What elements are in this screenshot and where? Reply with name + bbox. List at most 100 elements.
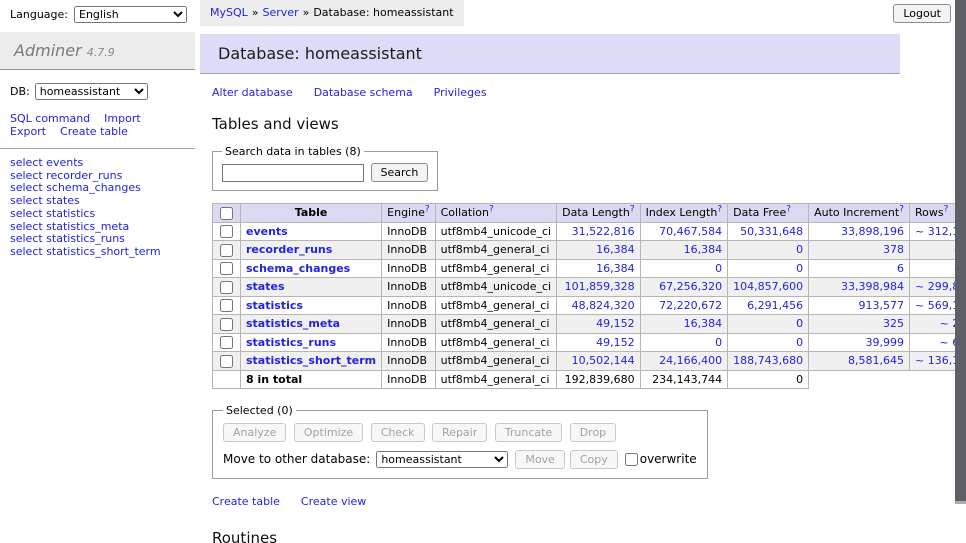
auto-increment-link[interactable]: 39,999 <box>866 336 905 349</box>
optimize-button[interactable]: Optimize <box>294 423 363 442</box>
row-checkbox[interactable] <box>220 318 233 331</box>
help-link-data-length[interactable]: ? <box>630 205 635 215</box>
drop-button[interactable]: Drop <box>570 423 616 442</box>
check-button[interactable]: Check <box>371 423 425 442</box>
index-length-link[interactable]: 16,384 <box>684 317 723 330</box>
auto-increment-link[interactable]: 6 <box>897 262 904 275</box>
help-link-data-free[interactable]: ? <box>786 205 791 215</box>
data-length-link[interactable]: 31,522,816 <box>572 225 635 238</box>
create-table-link-sidebar[interactable]: Create table <box>60 125 128 138</box>
collation-cell: utf8mb4_general_ci <box>435 352 556 371</box>
help-link-rows[interactable]: ? <box>944 205 949 215</box>
selected-fieldset: Selected (0) Analyze Optimize Check Repa… <box>212 404 708 479</box>
database-links: Alter database Database schema Privileges <box>212 86 902 99</box>
auto-increment-link[interactable]: 325 <box>883 317 904 330</box>
data-length-link[interactable]: 16,384 <box>596 243 635 256</box>
row-checkbox[interactable] <box>220 336 233 349</box>
table-name-link[interactable]: recorder_runs <box>246 243 332 256</box>
table-name-link[interactable]: statistics_short_term <box>246 354 376 367</box>
search-legend: Search data in tables (8) <box>222 145 364 158</box>
row-checkbox[interactable] <box>220 299 233 312</box>
data-free-link[interactable]: 188,743,680 <box>733 354 803 367</box>
engine-cell: InnoDB <box>382 296 435 315</box>
total-collation: utf8mb4_general_ci <box>435 370 556 388</box>
index-length-link[interactable]: 72,220,672 <box>659 299 722 312</box>
sidebar-item-select-states[interactable]: select states <box>10 195 195 208</box>
header-auto-increment: Auto Increment? <box>809 204 910 223</box>
move-database-select[interactable]: homeassistant <box>376 451 508 468</box>
header-table: Table <box>241 204 382 223</box>
row-checkbox[interactable] <box>220 355 233 368</box>
help-link-collation[interactable]: ? <box>489 205 494 215</box>
data-free-link[interactable]: 0 <box>796 336 803 349</box>
select-all-checkbox[interactable] <box>220 207 233 220</box>
move-button[interactable]: Move <box>515 450 565 469</box>
sidebar-item-select-events[interactable]: select events <box>10 157 195 170</box>
search-input[interactable] <box>222 164 364 182</box>
create-table-link[interactable]: Create table <box>212 495 280 508</box>
table-name-link[interactable]: statistics_runs <box>246 336 336 349</box>
import-link[interactable]: Import <box>104 112 141 125</box>
scrollbar-thumb[interactable] <box>955 0 966 501</box>
adminer-logo: Adminer4.7.9 <box>0 32 195 70</box>
table-name-link[interactable]: events <box>246 225 288 238</box>
total-data-length: 192,839,680 <box>557 370 640 388</box>
auto-increment-link[interactable]: 33,898,196 <box>841 225 904 238</box>
db-select[interactable]: homeassistant <box>35 83 148 100</box>
help-link-engine[interactable]: ? <box>425 205 430 215</box>
table-name-link[interactable]: statistics <box>246 299 303 312</box>
breadcrumb-separator: » <box>252 6 259 19</box>
index-length-link[interactable]: 16,384 <box>684 243 723 256</box>
export-link[interactable]: Export <box>10 125 46 138</box>
table-name-link[interactable]: schema_changes <box>246 262 350 275</box>
engine-cell: InnoDB <box>382 241 435 260</box>
help-link-index-length[interactable]: ? <box>717 205 722 215</box>
data-length-link[interactable]: 48,824,320 <box>572 299 635 312</box>
row-checkbox[interactable] <box>220 281 233 294</box>
auto-increment-link[interactable]: 378 <box>883 243 904 256</box>
row-checkbox[interactable] <box>220 244 233 257</box>
sidebar-item-select-statistics-short-term[interactable]: select statistics_short_term <box>10 246 195 259</box>
auto-increment-link[interactable]: 8,581,645 <box>848 354 904 367</box>
analyze-button[interactable]: Analyze <box>223 423 286 442</box>
sql-command-link[interactable]: SQL command <box>10 112 90 125</box>
truncate-button[interactable]: Truncate <box>495 423 562 442</box>
auto-increment-link[interactable]: 913,577 <box>859 299 905 312</box>
data-free-link[interactable]: 0 <box>796 262 803 275</box>
move-label: Move to other database: <box>223 452 370 466</box>
data-free-link[interactable]: 0 <box>796 317 803 330</box>
table-name-link[interactable]: statistics_meta <box>246 317 340 330</box>
language-select[interactable]: English <box>74 6 187 23</box>
data-free-link[interactable]: 50,331,648 <box>740 225 803 238</box>
index-length-link[interactable]: 24,166,400 <box>659 354 722 367</box>
repair-button[interactable]: Repair <box>432 423 487 442</box>
breadcrumb-mysql-link[interactable]: MySQL <box>210 6 248 19</box>
alter-database-link[interactable]: Alter database <box>212 86 293 99</box>
index-length-link[interactable]: 0 <box>715 262 722 275</box>
overwrite-checkbox[interactable] <box>625 453 638 466</box>
data-free-link[interactable]: 0 <box>796 243 803 256</box>
index-length-link[interactable]: 70,467,584 <box>659 225 722 238</box>
row-checkbox[interactable] <box>220 225 233 238</box>
data-length-link[interactable]: 16,384 <box>596 262 635 275</box>
data-length-link[interactable]: 10,502,144 <box>572 354 635 367</box>
auto-increment-link[interactable]: 33,398,984 <box>841 280 904 293</box>
copy-button[interactable]: Copy <box>570 450 618 469</box>
help-link-auto-increment[interactable]: ? <box>899 205 904 215</box>
data-free-link[interactable]: 104,857,600 <box>733 280 803 293</box>
table-name-link[interactable]: states <box>246 280 285 293</box>
data-length-link[interactable]: 101,859,328 <box>565 280 635 293</box>
data-length-link[interactable]: 49,152 <box>596 336 635 349</box>
search-button[interactable]: Search <box>371 163 429 182</box>
data-length-link[interactable]: 49,152 <box>596 317 635 330</box>
row-checkbox[interactable] <box>220 262 233 275</box>
breadcrumb-server-link[interactable]: Server <box>263 6 299 19</box>
logout-button[interactable]: Logout <box>893 4 951 23</box>
index-length-link[interactable]: 67,256,320 <box>659 280 722 293</box>
database-schema-link[interactable]: Database schema <box>314 86 413 99</box>
index-length-link[interactable]: 0 <box>715 336 722 349</box>
create-view-link[interactable]: Create view <box>301 495 366 508</box>
sidebar-item-select-statistics[interactable]: select statistics <box>10 208 195 221</box>
privileges-link[interactable]: Privileges <box>434 86 487 99</box>
data-free-link[interactable]: 6,291,456 <box>747 299 803 312</box>
